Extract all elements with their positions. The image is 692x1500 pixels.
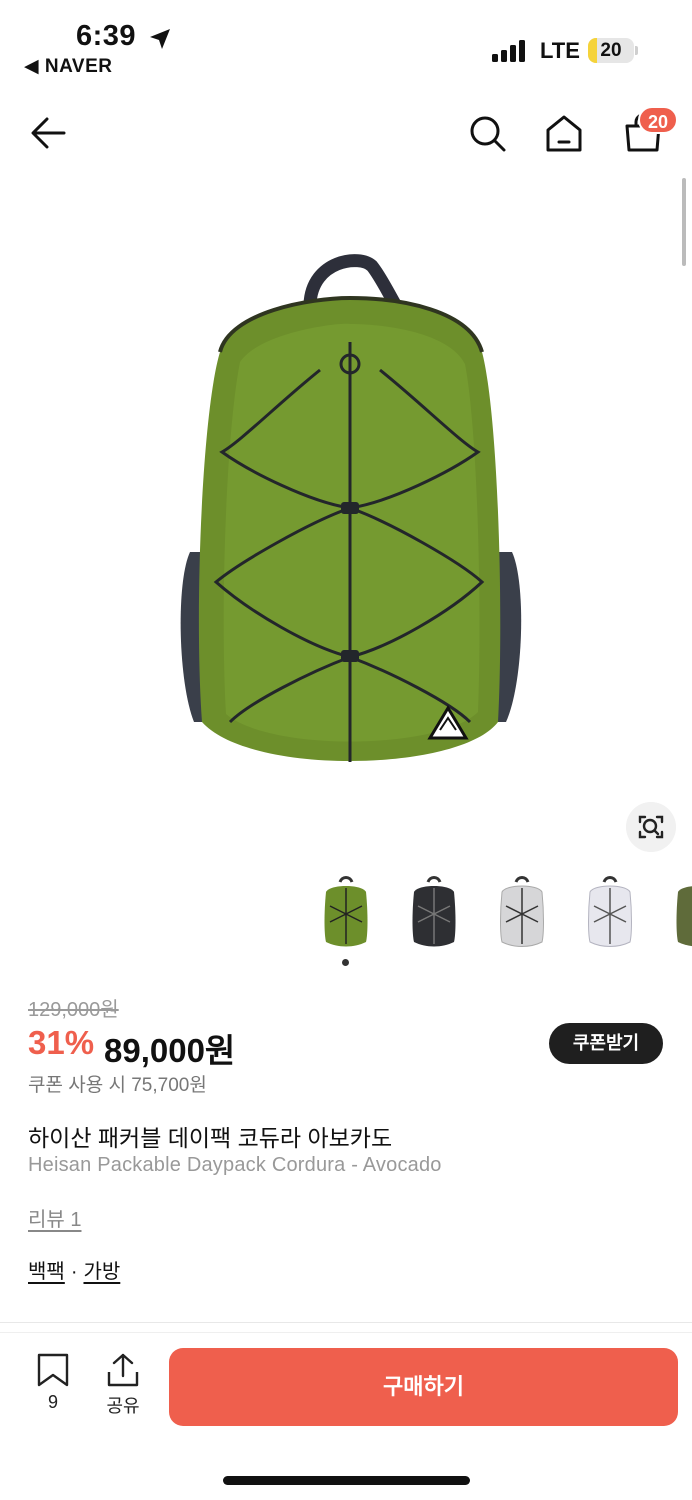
wishlist-count: 9 bbox=[47, 1392, 58, 1412]
thumbnail-white[interactable] bbox=[574, 872, 646, 952]
divider bbox=[0, 1322, 692, 1323]
discount-rate: 31% bbox=[28, 1024, 95, 1061]
image-search-lens-button[interactable] bbox=[626, 802, 676, 852]
network-type: LTE bbox=[540, 38, 580, 63]
wishlist-button[interactable]: 9 bbox=[28, 1350, 78, 1420]
thumbnail-light-gray[interactable] bbox=[486, 872, 558, 952]
scrollbar[interactable] bbox=[682, 178, 686, 266]
sale-price: 89,000원 bbox=[104, 1032, 236, 1069]
product-image[interactable] bbox=[160, 252, 540, 782]
share-label: 공유 bbox=[106, 1396, 140, 1416]
battery-percent: 20 bbox=[600, 40, 622, 61]
search-icon[interactable] bbox=[468, 114, 508, 154]
signal-icon bbox=[492, 40, 528, 62]
battery-icon: 20 bbox=[588, 38, 634, 63]
status-time: 6:39 bbox=[76, 20, 137, 52]
cart-count-badge: 20 bbox=[638, 106, 678, 134]
home-icon[interactable] bbox=[544, 112, 584, 154]
share-icon bbox=[107, 1353, 139, 1387]
thumbnail-olive-partial[interactable] bbox=[662, 872, 692, 952]
location-arrow-icon bbox=[150, 29, 170, 49]
back-to-app-link[interactable]: ◀ NAVER bbox=[24, 55, 113, 78]
product-name-korean: 하이산 패커블 데이팩 코듀라 아보카도 bbox=[28, 1125, 393, 1151]
category-separator: · bbox=[70, 1261, 78, 1283]
thumbnail-green[interactable] bbox=[310, 872, 382, 952]
status-bar: 6:39 ◀ NAVER LTE 20 bbox=[0, 0, 692, 90]
category-breadcrumb: 백팩 · 가방 bbox=[28, 1255, 120, 1284]
thumbnail-black[interactable] bbox=[398, 872, 470, 952]
get-coupon-button[interactable]: 쿠폰받기 bbox=[549, 1023, 663, 1064]
home-indicator[interactable] bbox=[223, 1476, 470, 1485]
share-button[interactable]: 공유 bbox=[98, 1350, 148, 1420]
product-name-english: Heisan Packable Daypack Cordura - Avocad… bbox=[28, 1154, 442, 1176]
original-price: 129,000원 bbox=[28, 999, 119, 1021]
gallery-page-indicator bbox=[342, 959, 349, 966]
back-arrow-icon[interactable] bbox=[28, 114, 68, 152]
buy-button[interactable]: 구매하기 bbox=[169, 1348, 678, 1426]
battery-nub bbox=[635, 46, 638, 55]
coupon-price: 쿠폰 사용 시 75,700원 bbox=[28, 1075, 207, 1096]
category-link-backpack[interactable]: 백팩 bbox=[28, 1261, 65, 1283]
review-link[interactable]: 리뷰 1 bbox=[28, 1203, 81, 1232]
category-link-bag[interactable]: 가방 bbox=[83, 1261, 120, 1283]
bookmark-icon bbox=[37, 1353, 69, 1387]
